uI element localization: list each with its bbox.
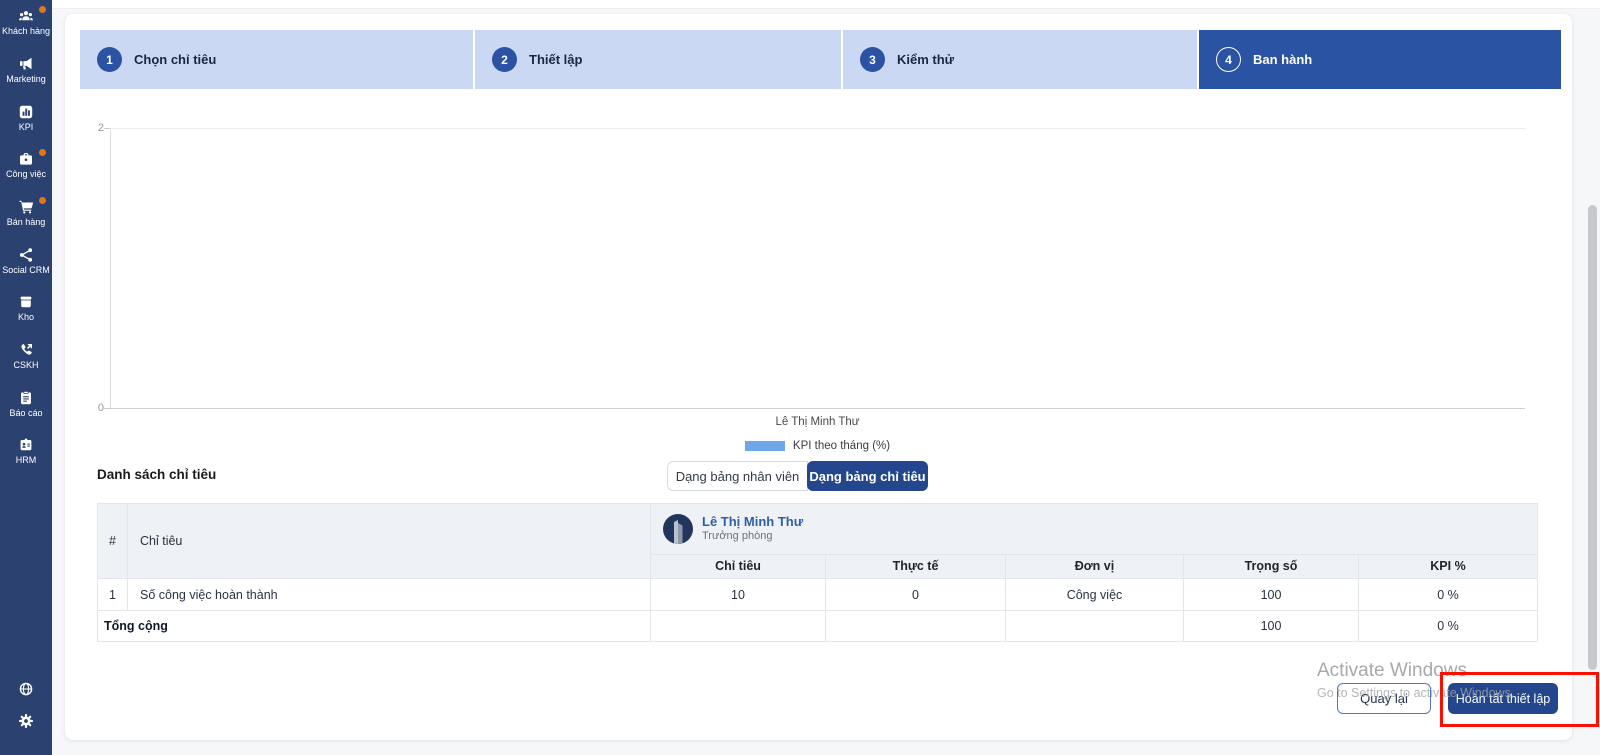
toggle-dang-bang-chi-tieu[interactable]: Dạng bảng chỉ tiêu [807, 461, 928, 491]
step-label: Chọn chỉ tiêu [134, 52, 216, 67]
legend-series-label: KPI theo tháng (%) [793, 440, 890, 452]
subheader-chi-tieu: Chỉ tiêu [651, 554, 826, 578]
kpi-icon [18, 104, 34, 120]
step-label: Ban hành [1253, 52, 1312, 67]
step-label: Thiết lập [529, 52, 582, 67]
sidebar-item-label: Khách hàng [0, 26, 52, 36]
sidebar-item-social-crm[interactable]: Social CRM [0, 247, 52, 275]
y-axis-tick-max: 2 [84, 122, 104, 134]
total-target [651, 611, 826, 642]
step-number-circle: 3 [860, 47, 885, 72]
column-header-index: # [98, 504, 128, 579]
hrm-badge-icon [18, 437, 34, 453]
step-kiem-thu[interactable]: 3 Kiểm thử [843, 30, 1197, 89]
sidebar-item-bao-cao[interactable]: Báo cáo [0, 390, 52, 418]
sidebar-item-label: Marketing [0, 74, 52, 84]
row-kpi-pct: 0 % [1359, 579, 1538, 611]
subheader-thuc-te: Thực tế [826, 554, 1006, 578]
employee-header-cell: Lê Thị Minh Thư Trưởng phòng [651, 504, 1538, 555]
step-chon-chi-tieu[interactable]: 1 Chọn chỉ tiêu [80, 30, 473, 89]
notification-badge-dot [39, 6, 46, 13]
sidebar-item-marketing[interactable]: Marketing [0, 56, 52, 84]
row-index: 1 [98, 579, 128, 611]
globe-icon [18, 681, 34, 697]
sidebar-item-label: CSKH [0, 360, 52, 370]
chart-legend[interactable]: KPI theo tháng (%) [110, 440, 1525, 452]
sidebar-item-ban-hang[interactable]: Bán hàng [0, 199, 52, 227]
subheader-trong-so: Trọng số [1184, 554, 1359, 578]
table-view-toggle: Dạng bảng nhân viên Dạng bảng chỉ tiêu [667, 461, 928, 491]
step-thiet-lap[interactable]: 2 Thiết lập [475, 30, 841, 89]
sidebar-item-khach-hang[interactable]: Khách hàng [0, 8, 52, 36]
top-bar [52, 0, 1600, 9]
step-label: Kiểm thử [897, 52, 954, 67]
x-axis-category-label: Lê Thị Minh Thư [110, 416, 1525, 428]
row-weight: 100 [1184, 579, 1359, 611]
row-target-name: Số công việc hoàn thành [128, 579, 651, 611]
vertical-scrollbar-thumb[interactable] [1588, 205, 1597, 670]
column-header-chi-tieu: Chỉ tiêu [128, 504, 651, 579]
sidebar-item-kpi[interactable]: KPI [0, 104, 52, 132]
settings-button[interactable] [0, 713, 52, 731]
step-number-circle: 2 [492, 47, 517, 72]
sidebar-item-label: Kho [0, 312, 52, 322]
sidebar-item-hrm[interactable]: HRM [0, 437, 52, 465]
gridline [110, 128, 1525, 129]
language-globe-button[interactable] [0, 681, 52, 699]
y-axis-line [110, 128, 111, 408]
sidebar-item-label: Công việc [0, 169, 52, 179]
tasks-icon [18, 151, 34, 167]
sidebar-item-label: Social CRM [0, 265, 52, 275]
table-row: 1 Số công việc hoàn thành 10 0 Công việc… [98, 579, 1538, 611]
section-title: Danh sách chỉ tiêu [97, 467, 216, 482]
sidebar-item-label: Báo cáo [0, 408, 52, 418]
toggle-dang-bang-nhan-vien[interactable]: Dạng bảng nhân viên [667, 461, 808, 491]
sidebar-item-label: Bán hàng [0, 217, 52, 227]
subheader-don-vi: Đơn vị [1006, 554, 1184, 578]
notification-badge-dot [39, 197, 46, 204]
total-kpi-pct: 0 % [1359, 611, 1538, 642]
step-number-circle: 1 [97, 47, 122, 72]
table-total-row: Tổng cộng 100 0 % [98, 611, 1538, 642]
sidebar-item-cskh[interactable]: CSKH [0, 342, 52, 370]
sidebar-item-cong-viec[interactable]: Công việc [0, 151, 52, 179]
gear-icon [18, 713, 34, 729]
share-icon [18, 247, 34, 263]
sales-cart-icon [18, 199, 34, 215]
x-axis-baseline [110, 408, 1525, 409]
avatar[interactable] [663, 514, 693, 544]
sidebar-item-kho[interactable]: Kho [0, 294, 52, 322]
subheader-kpi-pct: KPI % [1359, 554, 1538, 578]
row-target-value: 10 [651, 579, 826, 611]
sidebar-nav: Khách hàng Marketing KPI Công việc Bán h… [0, 0, 52, 755]
report-icon [18, 390, 34, 406]
y-axis-tick-min: 0 [84, 402, 104, 414]
step-number-circle: 4 [1216, 47, 1241, 72]
total-label: Tổng cộng [98, 611, 651, 642]
row-actual-value: 0 [826, 579, 1006, 611]
notification-badge-dot [39, 149, 46, 156]
legend-color-swatch [745, 441, 785, 451]
sidebar-item-label: KPI [0, 122, 52, 132]
employee-role: Trưởng phòng [702, 529, 803, 543]
total-weight: 100 [1184, 611, 1359, 642]
kpi-target-table: # Chỉ tiêu Lê Thị Minh Thư Trưởng phòng … [97, 503, 1538, 642]
employee-name-link[interactable]: Lê Thị Minh Thư [702, 514, 803, 529]
back-button[interactable]: Quay lại [1337, 683, 1431, 714]
wizard-stepper: 1 Chọn chỉ tiêu 2 Thiết lập 3 Kiểm thử 4… [80, 30, 1561, 89]
customers-icon [18, 8, 34, 24]
sidebar-item-label: HRM [0, 455, 52, 465]
step-ban-hanh[interactable]: 4 Ban hành [1199, 30, 1561, 89]
total-unit [1006, 611, 1184, 642]
phone-icon [18, 342, 34, 358]
row-unit: Công việc [1006, 579, 1184, 611]
warehouse-icon [18, 294, 34, 310]
marketing-icon [18, 56, 34, 72]
total-actual [826, 611, 1006, 642]
finish-setup-button[interactable]: Hoàn tất thiết lập [1448, 683, 1558, 714]
